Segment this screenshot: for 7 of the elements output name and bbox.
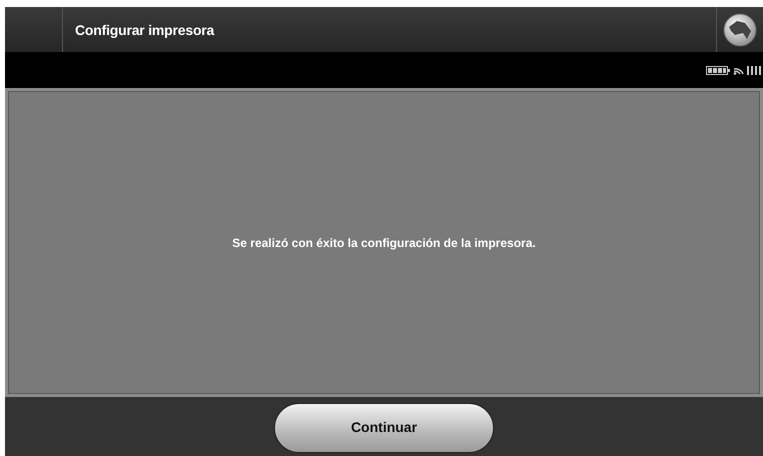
wifi-icon (733, 65, 744, 75)
continue-button[interactable]: Continuar (274, 403, 494, 453)
window-title: Configurar impresora (75, 22, 214, 38)
signal-icon (747, 66, 761, 74)
success-message: Se realizó con éxito la configuración de la impresora. (232, 236, 536, 250)
globe-icon[interactable] (723, 12, 757, 46)
battery-icon (706, 66, 730, 74)
